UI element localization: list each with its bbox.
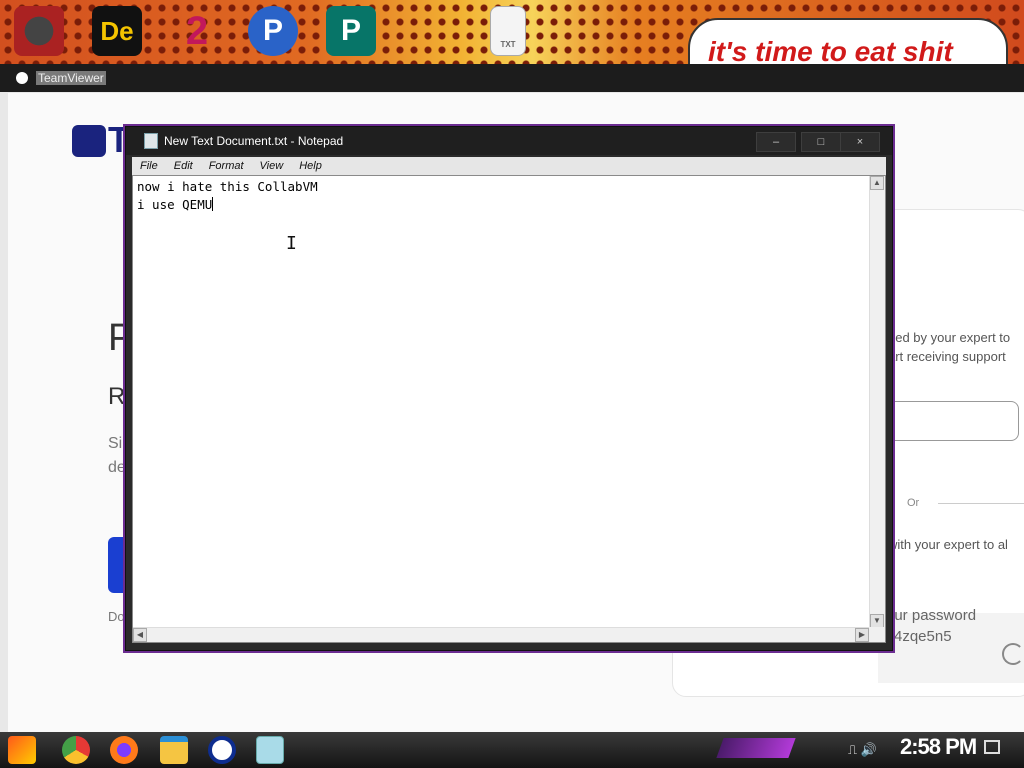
notepad-window: New Text Document.txt - Notepad – □ × Fi…	[125, 126, 893, 651]
start-button[interactable]	[8, 736, 36, 764]
scroll-up-arrow-icon[interactable]: ▲	[870, 176, 884, 190]
teamviewer-body-2: de	[108, 459, 126, 476]
notepad-text-area[interactable]: now i hate this CollabVM i use QEMU ▲ ▼ ◀…	[132, 175, 886, 643]
menu-edit[interactable]: Edit	[166, 160, 201, 172]
notepad-icon	[144, 133, 158, 149]
ibeam-cursor-icon: I	[286, 233, 297, 254]
teamviewer-or-divider	[938, 503, 1024, 504]
desktop-icon-publisher[interactable]: P	[326, 6, 376, 56]
taskbar-accent	[716, 738, 796, 758]
teamviewer-logo-icon	[72, 125, 106, 157]
horizontal-scrollbar[interactable]: ◀ ▶	[133, 627, 869, 642]
text-line-1: now i hate this CollabVM	[137, 179, 318, 194]
desktop-icon-racing[interactable]	[14, 6, 64, 56]
txt-icon-label: TXT	[500, 40, 516, 49]
teamviewer-footer-text: Do	[108, 609, 125, 624]
maximize-button[interactable]: □	[801, 132, 841, 152]
menu-view[interactable]: View	[252, 160, 292, 172]
teamviewer-icon	[16, 72, 28, 84]
teamviewer-password-label: our password	[886, 607, 977, 624]
system-tray-icons[interactable]: ⎍ 🔊	[848, 742, 877, 758]
desktop-icon-two[interactable]: 2	[172, 6, 222, 56]
menu-file[interactable]: File	[132, 160, 166, 172]
teamviewer-password-value: 4zqe5n5	[894, 628, 952, 645]
taskbar-notepad-icon[interactable]	[256, 736, 284, 764]
desktop-icon-p[interactable]: P	[248, 6, 298, 56]
vertical-scrollbar[interactable]: ▲ ▼	[869, 176, 885, 628]
teamviewer-titlebar[interactable]: TeamViewer	[0, 64, 1024, 92]
teamviewer-body-1: Si	[108, 435, 123, 452]
close-button[interactable]: ×	[840, 132, 880, 152]
scroll-right-arrow-icon[interactable]: ▶	[855, 628, 869, 642]
teamviewer-instruction-2: art receiving support	[888, 349, 1006, 364]
notification-icon[interactable]	[984, 740, 1000, 754]
teamviewer-or-label: Or	[907, 497, 920, 509]
notepad-title: New Text Document.txt - Notepad	[164, 134, 344, 148]
refresh-icon[interactable]	[1002, 643, 1024, 665]
taskbar-firefox-icon[interactable]	[110, 736, 138, 764]
notepad-menubar: File Edit Format View Help	[132, 157, 886, 175]
taskbar-chrome-icon[interactable]	[62, 736, 90, 764]
teamviewer-subheading: R	[108, 383, 126, 410]
menu-format[interactable]: Format	[201, 160, 252, 172]
notepad-text-content[interactable]: now i hate this CollabVM i use QEMU	[137, 178, 867, 214]
minimize-button[interactable]: –	[756, 132, 796, 152]
desktop-icon-txt-file[interactable]: TXT	[490, 6, 526, 56]
scroll-left-arrow-icon[interactable]: ◀	[133, 628, 147, 642]
desktop-icon-de-label: De	[100, 15, 134, 46]
text-caret	[212, 197, 214, 211]
menu-help[interactable]: Help	[291, 160, 330, 172]
taskbar-clock[interactable]: 2:58 PM	[900, 734, 977, 760]
desktop-icon-de[interactable]: De	[92, 6, 142, 56]
text-line-2-content: i use QEMU	[137, 197, 213, 212]
resize-grip[interactable]	[869, 627, 885, 642]
desktop-wallpaper: De 2 P P TXT it's time to eat shit	[0, 0, 1024, 76]
teamviewer-title: TeamViewer	[36, 71, 106, 85]
scroll-down-arrow-icon[interactable]: ▼	[870, 614, 884, 628]
taskbar-file-explorer-icon[interactable]	[160, 736, 188, 764]
text-line-2: i use QEMU	[137, 196, 867, 214]
taskbar-teamviewer-icon[interactable]	[208, 736, 236, 764]
teamviewer-share-text: with your expert to al	[888, 537, 1008, 552]
teamviewer-instruction-1: ded by your expert to	[888, 330, 1011, 345]
